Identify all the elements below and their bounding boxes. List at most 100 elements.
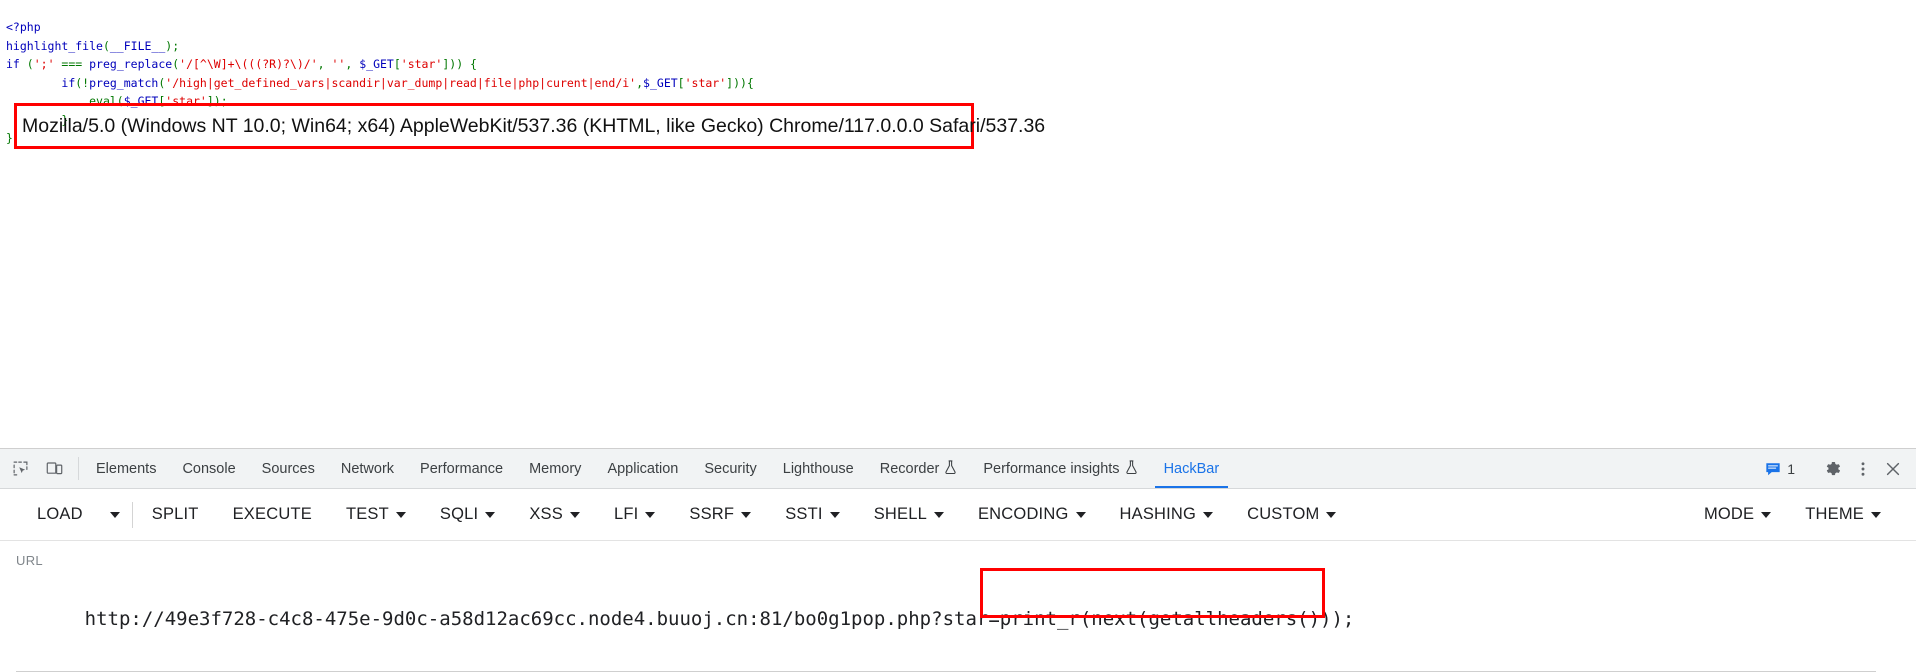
hackbar-button-label: SSRF — [689, 505, 735, 523]
code-token: preg_replace — [89, 57, 173, 71]
hackbar-hashing-button[interactable]: HASHING — [1103, 497, 1231, 533]
code-token: preg_match — [89, 75, 159, 90]
hackbar-button-label: EXECUTE — [232, 505, 312, 523]
inspect-element-icon[interactable] — [8, 457, 32, 481]
tab-label: Performance insights — [983, 460, 1120, 477]
hackbar-lfi-button[interactable]: LFI — [597, 497, 672, 533]
code-line-4: if(!preg_match('/high|get_defined_vars|s… — [6, 74, 754, 93]
code-token: highlight_file — [6, 38, 103, 53]
chevron-down-icon — [1203, 511, 1214, 518]
tab-performance[interactable]: Performance — [407, 449, 516, 488]
code-token: ';' — [33, 57, 55, 71]
tab-label: Application — [607, 460, 679, 477]
tab-memory[interactable]: Memory — [516, 449, 594, 488]
hackbar-mode-button[interactable]: MODE — [1687, 497, 1788, 533]
chevron-down-icon — [1075, 511, 1086, 518]
code-token: '/high|get_defined_vars|scandir|var_dump… — [165, 75, 637, 90]
url-payload-text: print_r(next(getallheaders())); — [999, 608, 1355, 630]
code-token: 'star' — [400, 57, 443, 71]
more-options-icon[interactable] — [1850, 456, 1876, 482]
hackbar-custom-button[interactable]: CUSTOM — [1230, 497, 1353, 533]
hackbar-test-button[interactable]: TEST — [329, 497, 423, 533]
hackbar-split-button[interactable]: SPLIT — [135, 497, 216, 533]
code-token: [ — [393, 57, 401, 71]
code-token: $_GET — [643, 75, 678, 90]
tab-label: Security — [704, 460, 757, 477]
devtools-panel: Elements Console Sources Network Performance… — [0, 448, 1916, 672]
hackbar-shell-button[interactable]: SHELL — [857, 497, 961, 533]
chevron-down-icon — [645, 511, 656, 518]
hackbar-xss-button[interactable]: XSS — [512, 497, 597, 533]
code-token: , — [636, 75, 644, 90]
code-token: if — [6, 57, 20, 71]
hackbar-button-label: LOAD — [37, 505, 83, 523]
experiment-flask-icon — [1125, 460, 1138, 477]
hackbar-button-label: SPLIT — [151, 505, 199, 523]
hackbar-dropdown-button[interactable] — [100, 497, 130, 533]
hackbar-button-label: CUSTOM — [1247, 505, 1320, 523]
tab-security[interactable]: Security — [691, 449, 769, 488]
close-devtools-icon[interactable] — [1880, 456, 1906, 482]
code-line-3: if (';' === preg_replace('/[^\W]+\(((?R)… — [6, 55, 754, 74]
url-prefix-text: http://49e3f728-c4c8-475e-9d0c-a58d12ac6… — [84, 608, 1000, 630]
devtools-tabstrip: Elements Console Sources Network Performance… — [0, 449, 1916, 489]
tab-hackbar[interactable]: HackBar — [1151, 449, 1233, 488]
hackbar-button-label: SQLI — [439, 505, 479, 523]
tab-console[interactable]: Console — [169, 449, 248, 488]
code-token: } — [6, 131, 13, 145]
tab-recorder[interactable]: Recorder — [867, 449, 971, 488]
code-token: if — [61, 75, 76, 90]
chevron-down-icon — [485, 511, 496, 518]
hackbar-button-label: XSS — [529, 505, 563, 523]
tab-sources[interactable]: Sources — [249, 449, 328, 488]
hackbar-sqli-button[interactable]: SQLI — [423, 497, 512, 533]
tab-lighthouse[interactable]: Lighthouse — [770, 449, 867, 488]
messages-icon[interactable]: 1 — [1759, 461, 1801, 477]
hackbar-toolbar: LOAD SPLIT EXECUTE TEST SQLI XSS LFI SSRF SSTI SH… — [0, 489, 1916, 541]
tab-performance-insights[interactable]: Performance insights — [970, 449, 1150, 488]
device-toolbar-icon[interactable] — [42, 457, 66, 481]
chevron-down-icon — [109, 511, 120, 518]
toolbar-separator — [131, 501, 133, 528]
url-input[interactable]: http://49e3f728-c4c8-475e-9d0c-a58d12ac6… — [16, 577, 1876, 672]
code-token: ( — [19, 57, 34, 71]
hackbar-button-label: MODE — [1703, 505, 1755, 523]
tab-label: Sources — [261, 460, 315, 477]
hackbar-execute-button[interactable]: EXECUTE — [216, 497, 329, 533]
tab-elements[interactable]: Elements — [83, 449, 169, 488]
tabstrip-divider — [78, 457, 79, 480]
hackbar-load-button[interactable]: LOAD — [20, 497, 100, 533]
hackbar-encoding-button[interactable]: ENCODING — [961, 497, 1103, 533]
code-token: ])){ — [726, 75, 754, 90]
hackbar-button-label: TEST — [345, 505, 389, 523]
chevron-down-icon — [741, 511, 752, 518]
tab-label: Elements — [96, 460, 157, 477]
hackbar-ssti-button[interactable]: SSTI — [768, 497, 856, 533]
message-count: 1 — [1787, 460, 1795, 477]
hackbar-theme-button[interactable]: THEME — [1788, 497, 1898, 533]
settings-gear-icon[interactable] — [1820, 456, 1846, 482]
tab-label: Network — [340, 460, 395, 477]
devtools-tool-icons — [0, 449, 72, 488]
tab-application[interactable]: Application — [594, 449, 691, 488]
code-token: ( — [102, 38, 110, 53]
tab-label: Lighthouse — [782, 460, 854, 477]
code-token: === — [54, 57, 90, 71]
hackbar-button-label: ENCODING — [977, 505, 1069, 523]
hackbar-url-section: URL http://49e3f728-c4c8-475e-9d0c-a58d1… — [0, 541, 1916, 672]
code-token: , — [345, 57, 360, 71]
tab-network[interactable]: Network — [328, 449, 407, 488]
browser-page-content: <?php highlight_file(__FILE__); if (';' ==… — [0, 0, 1916, 448]
tab-label: Memory — [529, 460, 582, 477]
code-token: 'star' — [684, 75, 727, 90]
hackbar-button-label: LFI — [613, 505, 639, 523]
chevron-down-icon — [395, 511, 406, 518]
code-token: )) { — [449, 57, 477, 71]
chevron-down-icon — [933, 511, 944, 518]
hackbar-button-label: SSTI — [785, 505, 823, 523]
chevron-down-icon — [1761, 511, 1772, 518]
hackbar-ssrf-button[interactable]: SSRF — [672, 497, 768, 533]
code-token: ; — [172, 38, 180, 53]
tab-label: Console — [182, 460, 236, 477]
